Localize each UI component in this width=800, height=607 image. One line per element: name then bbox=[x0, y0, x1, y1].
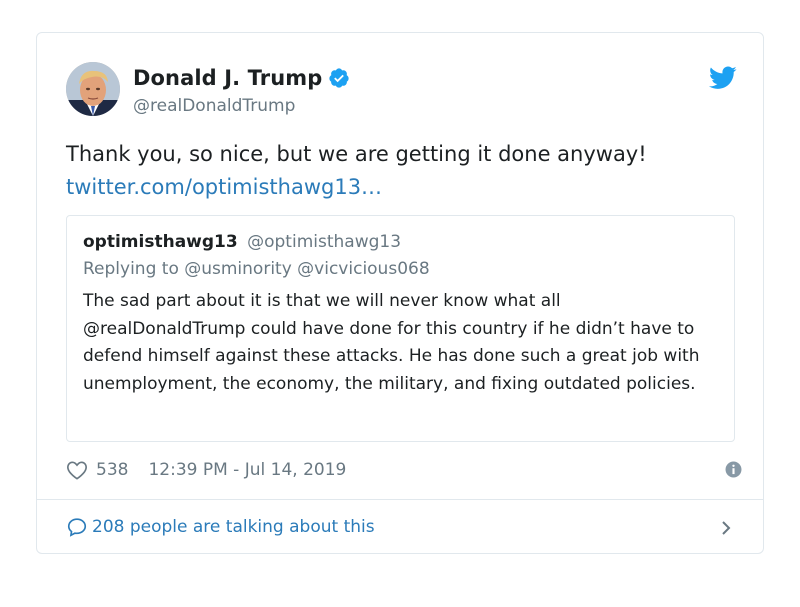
verified-badge-icon bbox=[329, 68, 349, 88]
tweet-header: Donald J. Trump @realDonaldTrump bbox=[66, 62, 737, 118]
chevron-right-icon bbox=[722, 521, 731, 535]
heart-icon[interactable] bbox=[66, 460, 88, 480]
tweet-text: Thank you, so nice, but we are getting i… bbox=[66, 138, 736, 204]
tweet-timestamp[interactable]: 12:39 PM - Jul 14, 2019 bbox=[148, 460, 346, 480]
like-count[interactable]: 538 bbox=[96, 460, 128, 480]
tweet-card: Donald J. Trump @realDonaldTrump Thank y… bbox=[36, 32, 764, 554]
speech-bubble-icon bbox=[67, 518, 87, 537]
quoted-tweet-header: optimisthawg13 @optimisthawg13 bbox=[83, 230, 401, 254]
quoted-tweet-text: The sad part about it is that we will ne… bbox=[83, 291, 700, 394]
tweet-meta: 538 12:39 PM - Jul 14, 2019 bbox=[66, 457, 742, 483]
conversation-count-label: 208 people are talking about this bbox=[92, 517, 375, 537]
quoted-tweet[interactable]: optimisthawg13 @optimisthawg13 Replying … bbox=[66, 215, 735, 442]
quoted-author-handle: @optimisthawg13 bbox=[247, 232, 402, 252]
conversation-link[interactable]: 208 people are talking about this bbox=[66, 514, 736, 540]
tweet-body: Thank you, so nice, but we are getting i… bbox=[66, 142, 647, 166]
tweet-link[interactable]: twitter.com/optimisthawg13… bbox=[66, 171, 736, 204]
avatar-image bbox=[66, 62, 120, 116]
replying-to-line: Replying to @usminority @vicvicious068 bbox=[83, 259, 430, 279]
author-handle[interactable]: @realDonaldTrump bbox=[133, 96, 295, 116]
author-display-name[interactable]: Donald J. Trump bbox=[133, 66, 322, 90]
twitter-bird-icon[interactable] bbox=[709, 66, 737, 90]
avatar[interactable] bbox=[66, 62, 120, 116]
quoted-author-name: optimisthawg13 bbox=[83, 232, 238, 252]
name-row: Donald J. Trump bbox=[133, 66, 350, 90]
divider bbox=[37, 499, 763, 500]
info-icon[interactable] bbox=[725, 461, 742, 478]
